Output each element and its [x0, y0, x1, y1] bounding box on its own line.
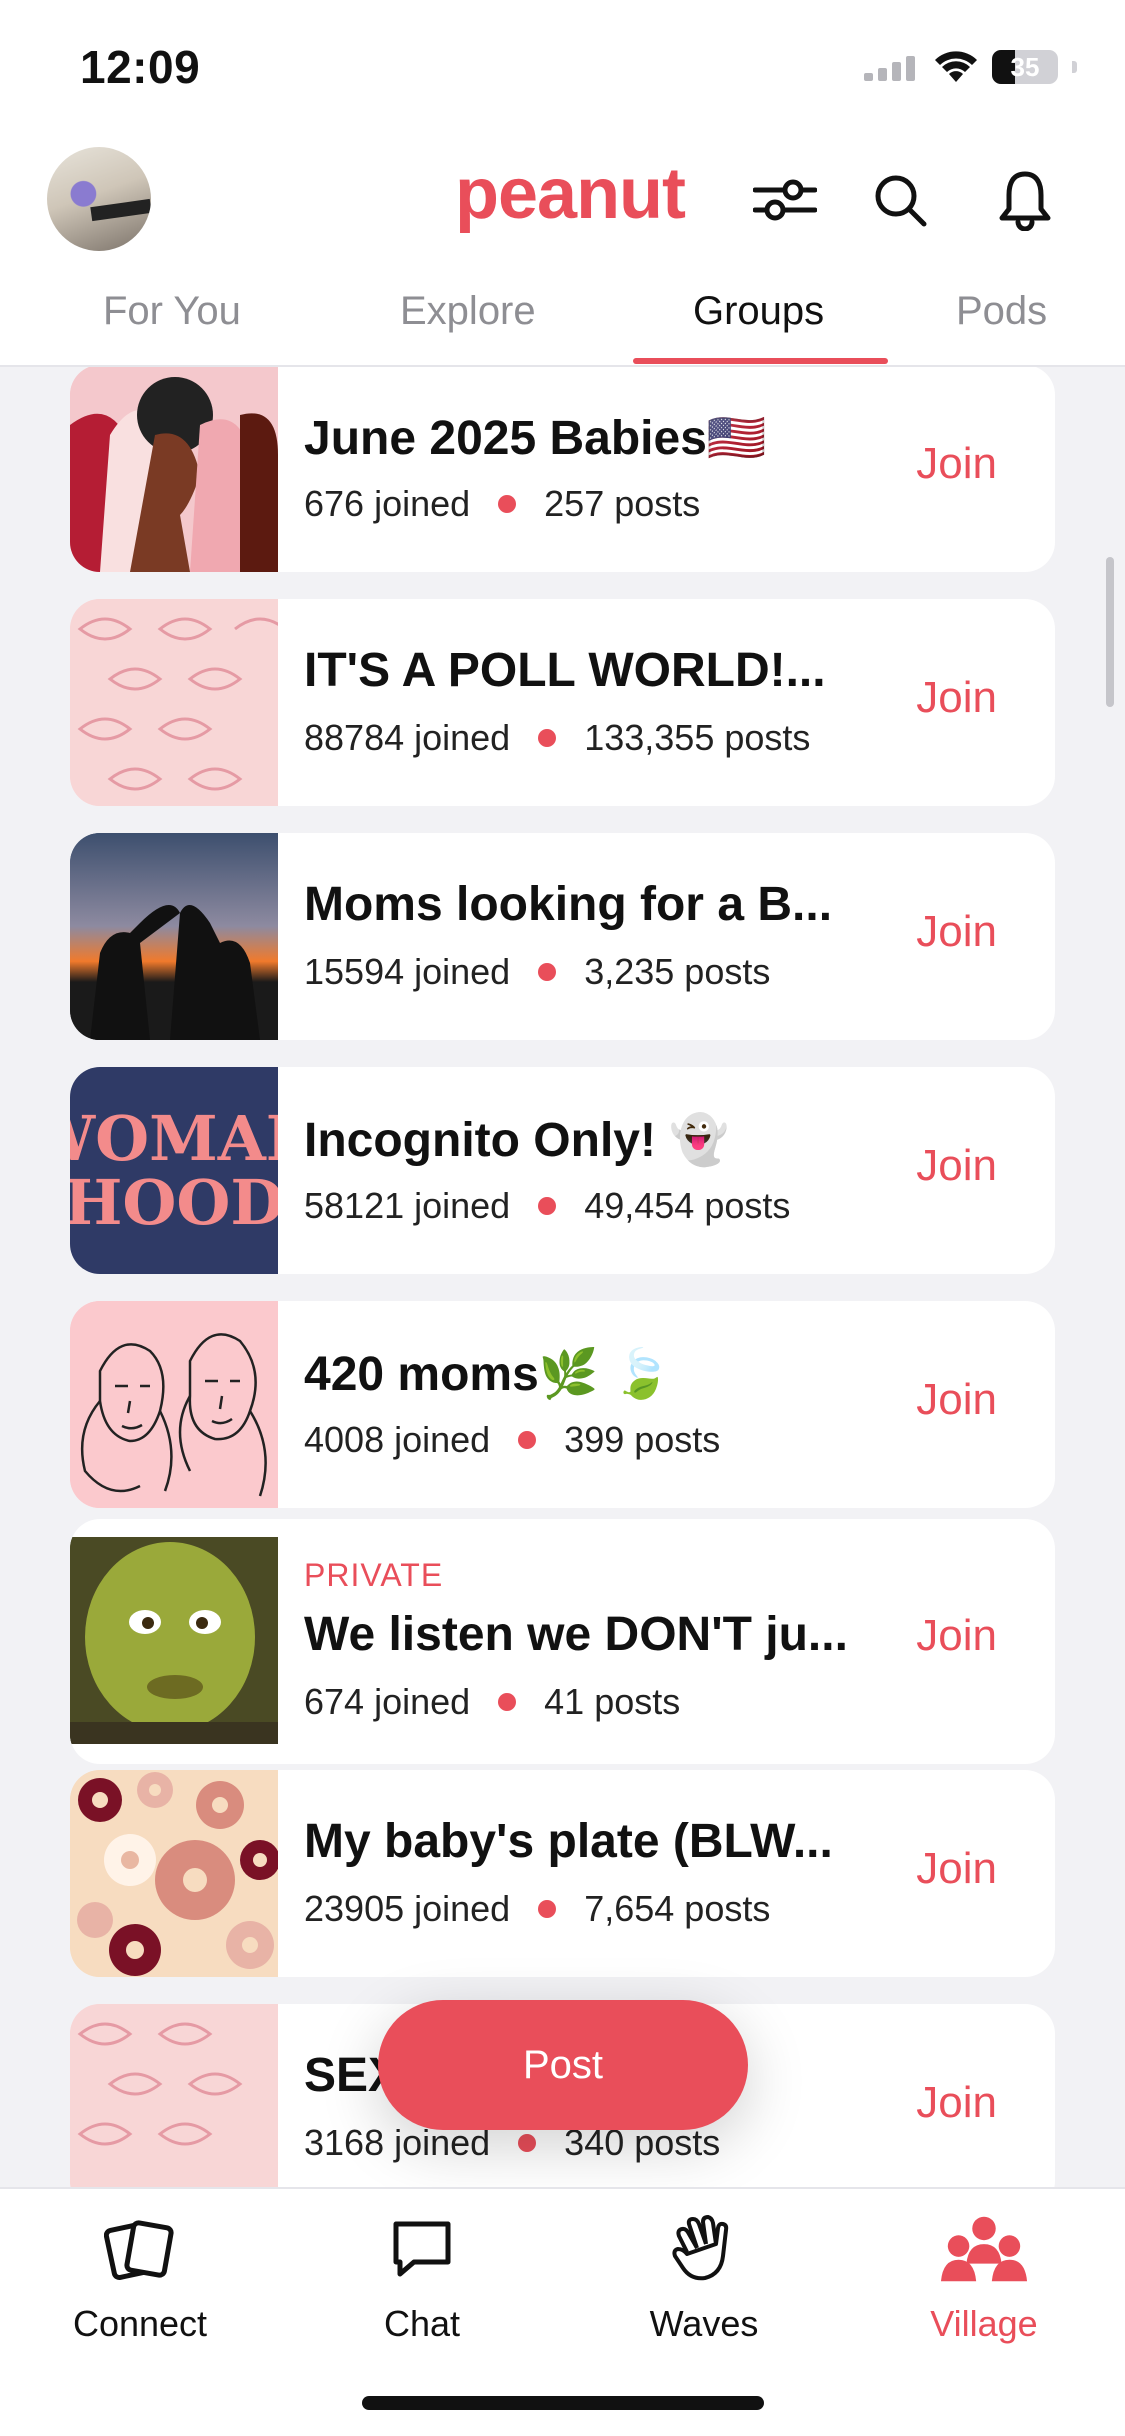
- group-card[interactable]: WOMAN HOOD Incognito Only! 👻 58121 joine…: [70, 1067, 1055, 1274]
- group-name: IT'S A POLL WORLD!...: [304, 644, 826, 697]
- group-stats: 674 joined 41 posts: [304, 1681, 680, 1723]
- group-joined-count: 23905 joined: [304, 1888, 511, 1929]
- nav-label: Connect: [72, 2303, 208, 2344]
- join-button[interactable]: Join: [916, 907, 997, 957]
- tab-groups[interactable]: Groups: [693, 289, 824, 334]
- scrollbar[interactable]: [1106, 557, 1114, 707]
- group-stats: 15594 joined 3,235 posts: [304, 951, 770, 993]
- group-thumbnail: [70, 833, 278, 1040]
- separator-dot: [538, 729, 557, 747]
- separator-dot: [518, 2134, 537, 2152]
- group-post-count: 49,454 posts: [584, 1185, 791, 1226]
- nav-chat[interactable]: Chat: [312, 2209, 532, 2345]
- post-button[interactable]: Post: [378, 2000, 748, 2130]
- tab-explore[interactable]: Explore: [400, 289, 536, 334]
- village-people-icon: [939, 2209, 1029, 2289]
- group-stats: 676 joined 257 posts: [304, 483, 700, 525]
- groups-list[interactable]: June 2025 Babies🇺🇸 676 joined 257 posts …: [0, 367, 1125, 2187]
- separator-dot: [498, 1693, 517, 1711]
- join-button[interactable]: Join: [916, 2078, 997, 2128]
- chat-bubble-icon: [377, 2209, 467, 2289]
- nav-waves[interactable]: Waves: [594, 2209, 814, 2345]
- group-post-count: 257 posts: [544, 483, 701, 524]
- nav-label: Waves: [649, 2303, 759, 2344]
- separator-dot: [538, 1900, 557, 1918]
- nav-label: Village: [930, 2303, 1038, 2344]
- group-thumbnail: [70, 367, 278, 572]
- womanhood-art-text: HOOD: [70, 1165, 278, 1239]
- separator-dot: [518, 1431, 537, 1449]
- group-thumbnail: [70, 1301, 278, 1508]
- status-time: 12:09: [80, 41, 201, 93]
- nav-connect[interactable]: Connect: [30, 2209, 250, 2345]
- group-thumbnail: [70, 1537, 278, 1744]
- join-button[interactable]: Join: [916, 673, 997, 723]
- group-post-count: 41 posts: [544, 1681, 681, 1722]
- private-label: PRIVATE: [304, 1557, 444, 1593]
- cellular-signal-icon: [864, 56, 915, 81]
- status-bar: 12:09 35: [0, 0, 1125, 135]
- group-card[interactable]: IT'S A POLL WORLD!... 88784 joined 133,3…: [70, 599, 1055, 806]
- group-joined-count: 88784 joined: [304, 717, 511, 758]
- group-name: My baby's plate (BLW...: [304, 1815, 833, 1868]
- tab-for-you[interactable]: For You: [103, 289, 241, 334]
- group-joined-count: 58121 joined: [304, 1185, 511, 1226]
- join-button[interactable]: Join: [916, 1844, 997, 1894]
- group-joined-count: 676 joined: [304, 483, 471, 524]
- group-post-count: 7,654 posts: [584, 1888, 771, 1929]
- group-post-count: 399 posts: [564, 1419, 721, 1460]
- group-thumbnail: [70, 599, 278, 806]
- group-name: 420 moms🌿 🍃: [304, 1348, 672, 1401]
- app-header: peanut: [0, 135, 1125, 265]
- group-thumbnail: [70, 2004, 278, 2187]
- active-tab-indicator: [633, 358, 888, 364]
- connect-cards-icon: [95, 2209, 185, 2289]
- tab-pods[interactable]: Pods: [956, 289, 1047, 334]
- nav-label: Chat: [383, 2303, 461, 2344]
- group-stats: 4008 joined 399 posts: [304, 1419, 720, 1461]
- womanhood-art-text: WOMAN: [70, 1101, 278, 1175]
- group-stats: 58121 joined 49,454 posts: [304, 1185, 790, 1227]
- tab-bar: For You Explore Groups Pods: [0, 275, 1125, 367]
- group-name: We listen we DON'T ju...: [304, 1608, 848, 1661]
- group-name: June 2025 Babies🇺🇸: [304, 412, 767, 465]
- wave-hand-icon: [659, 2209, 749, 2289]
- group-post-count: 133,355 posts: [584, 717, 811, 758]
- peanut-logo: peanut: [455, 154, 686, 234]
- profile-avatar[interactable]: [47, 147, 151, 251]
- search-icon[interactable]: [865, 165, 935, 235]
- join-button[interactable]: Join: [916, 439, 997, 489]
- join-button[interactable]: Join: [916, 1611, 997, 1661]
- separator-dot: [538, 963, 557, 981]
- group-joined-count: 674 joined: [304, 1681, 471, 1722]
- home-indicator: [362, 2396, 764, 2410]
- separator-dot: [538, 1197, 557, 1215]
- group-thumbnail: [70, 1770, 278, 1977]
- nav-village[interactable]: Village: [874, 2209, 1094, 2345]
- notifications-bell-icon[interactable]: [990, 165, 1060, 235]
- wifi-icon: [935, 51, 977, 82]
- group-stats: 23905 joined 7,654 posts: [304, 1888, 770, 1930]
- status-icons: 35: [864, 50, 1077, 84]
- group-card[interactable]: My baby's plate (BLW... 23905 joined 7,6…: [70, 1770, 1055, 1977]
- battery-level: 35: [1010, 51, 1040, 82]
- group-joined-count: 15594 joined: [304, 951, 511, 992]
- group-post-count: 3,235 posts: [584, 951, 771, 992]
- filter-sliders-icon[interactable]: [750, 165, 820, 235]
- group-card[interactable]: Moms looking for a B... 15594 joined 3,2…: [70, 833, 1055, 1040]
- join-button[interactable]: Join: [916, 1375, 997, 1425]
- group-card[interactable]: June 2025 Babies🇺🇸 676 joined 257 posts …: [70, 367, 1055, 572]
- join-button[interactable]: Join: [916, 1141, 997, 1191]
- group-name: Moms looking for a B...: [304, 878, 833, 931]
- battery-icon: 35: [992, 50, 1058, 84]
- group-joined-count: 4008 joined: [304, 1419, 491, 1460]
- group-thumbnail: WOMAN HOOD: [70, 1067, 278, 1274]
- group-stats: 88784 joined 133,355 posts: [304, 717, 810, 759]
- group-card[interactable]: PRIVATE We listen we DON'T ju... 674 joi…: [70, 1519, 1055, 1764]
- group-card[interactable]: 420 moms🌿 🍃 4008 joined 399 posts Join: [70, 1301, 1055, 1508]
- group-name: Incognito Only! 👻: [304, 1114, 730, 1167]
- separator-dot: [498, 495, 517, 513]
